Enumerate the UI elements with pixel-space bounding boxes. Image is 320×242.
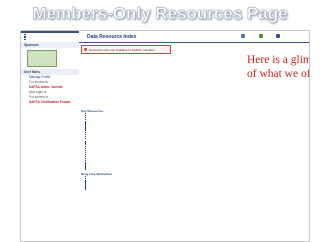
- sponsors-heading: Sponsors: [21, 42, 79, 49]
- bullet-icon: [24, 38, 26, 41]
- user-menu-list: Manage Profile For access to SAFSA online …: [21, 75, 79, 106]
- user-menu-line[interactable]: [21, 105, 79, 106]
- page-title: Data Resource Index: [87, 33, 137, 40]
- resource-link[interactable]: [81, 137, 307, 140]
- sidebar: Sponsors User Menu Manage Profile For acc…: [21, 31, 79, 241]
- resource-link[interactable]: [81, 168, 307, 170]
- bullet-icon: [85, 188, 87, 190]
- bullet-icon: [24, 33, 26, 36]
- resource-link[interactable]: [81, 188, 307, 190]
- resource-sections: Key Resources Drug Free Workplace: [81, 107, 307, 190]
- header-button[interactable]: [276, 34, 280, 38]
- warning-icon: [84, 48, 87, 51]
- main-content: Data Resource Index Resources are only a…: [79, 31, 309, 241]
- callout-text: Here is a glimpse of what we offer…: [243, 51, 309, 93]
- page-header: Data Resource Index: [79, 31, 309, 42]
- bullet-icon: [85, 137, 87, 140]
- members-notice: Resources are only available to SAFSA me…: [81, 45, 171, 54]
- slide-title: Members-Only Resources Page: [32, 4, 288, 23]
- sidebar-item[interactable]: [21, 38, 79, 41]
- key-resources-list: [81, 112, 307, 140]
- bullet-icon: [85, 168, 87, 170]
- header-divider: [79, 42, 309, 43]
- screenshot-frame: Sponsors User Menu Manage Profile For acc…: [20, 30, 310, 242]
- drug-free-list: [81, 175, 307, 191]
- user-menu-line: SAFSA Certification Exams: [29, 100, 71, 105]
- header-button[interactable]: [241, 34, 245, 38]
- datasets-list: [81, 141, 307, 170]
- bullet-icon: [24, 36, 26, 38]
- header-button[interactable]: [259, 34, 263, 38]
- sponsor-banner[interactable]: [27, 50, 57, 68]
